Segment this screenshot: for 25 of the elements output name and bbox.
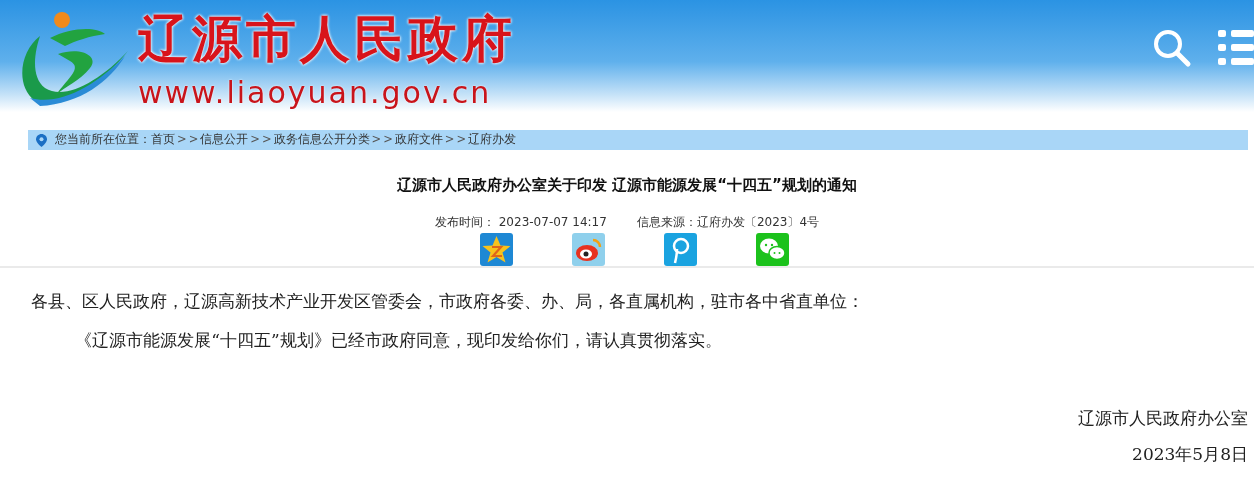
breadcrumb-separator: >> [371,131,395,149]
breadcrumb-link[interactable]: 辽府办发 [468,131,517,149]
article-title: 辽源市人民政府办公室关于印发 辽源市能源发展“十四五”规划的通知 [396,175,858,196]
wechat-bubbles-icon[interactable] [755,232,789,266]
signature-text: 辽源市人民政府办公室 [1077,407,1248,431]
date-text: 2023年5月8日 [1131,442,1248,466]
menu-icon[interactable] [1218,28,1254,68]
salutation-text: 各县、区人民政府，辽源高新技术产业开发区管委会，市政府各委、办、局，各直属机构，驻市各中省直单位： [31,289,865,313]
site-title: 辽源市人民政府 [138,14,516,64]
weibo-eye-icon[interactable] [571,232,605,266]
breadcrumb-link[interactable]: 信息公开 [200,131,249,149]
breadcrumb-separator: >> [444,131,469,149]
breadcrumb-separator: >> [250,131,274,149]
breadcrumb-link[interactable]: 首页 [151,131,175,149]
breadcrumb-link[interactable]: 政府文件 [394,131,443,149]
tencent-weibo-icon[interactable] [663,232,697,266]
breadcrumb-separator: >> [177,131,201,149]
breadcrumb-link[interactable]: 政务信息公开分类 [273,131,370,149]
publish-time: 发布时间： 2023-07-07 14:17 [434,213,607,231]
breadcrumb-label: 您当前所在位置： [55,131,151,149]
search-icon[interactable] [1152,28,1192,68]
location-pin-icon [36,133,47,147]
body-paragraph: 《辽源市能源发展“十四五”规划》已经市政府同意，现印发给你们，请认真贯彻落实。 [74,329,723,353]
site-url: www.liaoyuan.gov.cn [138,78,493,108]
info-source: 信息来源：辽府办发〔2023〕4号 [636,213,820,231]
